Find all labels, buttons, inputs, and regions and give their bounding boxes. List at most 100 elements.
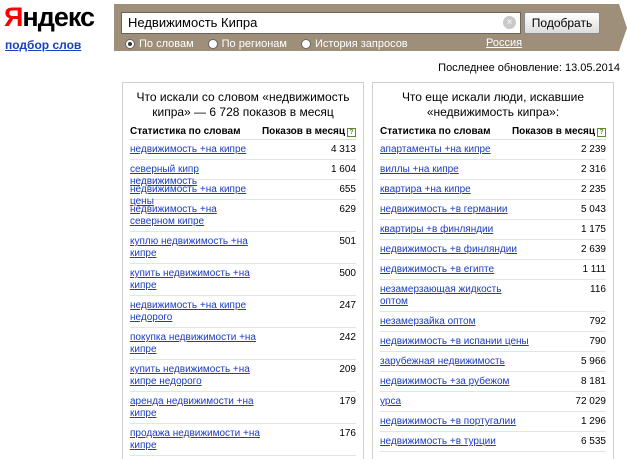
radio-dot-icon[interactable] — [301, 39, 311, 49]
table-row: купить недвижимость +на кипре недорого 20… — [130, 360, 356, 392]
submit-button[interactable]: Подобрать — [524, 12, 600, 34]
phrase-link[interactable]: недвижимость +в португалии — [380, 416, 516, 428]
phrase-link[interactable]: продажа недвижимости +на кипре — [130, 428, 260, 452]
right-panel: Что еще искали люди, искавшие «недвижимо… — [372, 82, 614, 459]
phrase-link[interactable]: незамерзайка оптом — [380, 316, 475, 328]
table-row: апартаменты +на кипре 2 239 — [380, 140, 606, 160]
clear-icon[interactable]: × — [503, 16, 516, 29]
table-row: покупка недвижимости +на кипре 242 — [130, 328, 356, 360]
radio-label: По регионам — [221, 38, 287, 50]
left-rows: недвижимость +на кипре 4 313 северный кипр… — [130, 140, 356, 456]
phrase-link[interactable]: урса — [380, 396, 401, 408]
impressions-count: 247 — [339, 300, 356, 311]
phrase-link[interactable]: недвижимость +в германии — [380, 204, 508, 216]
impressions-count: 790 — [589, 336, 606, 347]
phrase-link[interactable]: покупка недвижимости +на кипре — [130, 332, 260, 356]
impressions-count: 500 — [339, 268, 356, 279]
impressions-count: 72 029 — [575, 396, 606, 407]
impressions-count: 176 — [339, 428, 356, 439]
impressions-count: 179 — [339, 396, 356, 407]
phrase-link[interactable]: недвижимость +в турции — [380, 436, 496, 448]
impressions-count: 1 175 — [580, 224, 606, 235]
phrase-link[interactable]: зарубежная недвижимость — [380, 356, 505, 368]
table-row: недвижимость +в финляндии 2 639 — [380, 240, 606, 260]
radio-dot-icon[interactable] — [125, 39, 135, 49]
impressions-count: 209 — [339, 364, 356, 375]
phrase-link[interactable]: куплю недвижимость +на кипре — [130, 236, 260, 260]
phrase-column-label: Статистика по словам — [130, 126, 241, 137]
phrase-link[interactable]: незамерзающая жидкость оптом — [380, 284, 530, 308]
table-row: купить недвижимость +на кипре 500 — [130, 264, 356, 296]
table-row: недвижимость +на северном кипре 629 — [130, 200, 356, 232]
impressions-count: 2 639 — [580, 244, 606, 255]
table-row: недвижимость +в германии 5 043 — [380, 200, 606, 220]
impressions-count: 4 313 — [330, 144, 356, 155]
impressions-count: 6 535 — [580, 436, 606, 447]
yandex-logo[interactable]: Яндекс — [4, 2, 95, 32]
table-row: аренда недвижимости +на кипре 179 — [130, 392, 356, 424]
left-panel: Что искали со словом «недвижимость кипра… — [122, 82, 364, 459]
phrase-link[interactable]: апартаменты +на кипре — [380, 144, 491, 156]
count-column-label: Показов в месяц — [511, 126, 595, 137]
impressions-count: 2 235 — [580, 184, 606, 195]
impressions-count: 1 111 — [582, 264, 606, 275]
table-row: квартиры +в финляндии 1 175 — [380, 220, 606, 240]
logo-rest: ндекс — [22, 2, 95, 32]
impressions-count: 501 — [339, 236, 356, 247]
impressions-count: 8 181 — [580, 376, 606, 387]
phrase-link[interactable]: виллы +на кипре — [380, 164, 459, 176]
radio-option[interactable]: По регионам — [207, 38, 287, 50]
right-rows: апартаменты +на кипре 2 239 виллы +на кипр… — [380, 140, 606, 452]
impressions-count: 2 316 — [580, 164, 606, 175]
phrase-link[interactable]: квартира +на кипре — [380, 184, 471, 196]
table-row: недвижимость +в турции 6 535 — [380, 432, 606, 452]
impressions-count: 5 966 — [580, 356, 606, 367]
search-mode-radios: По словам По регионам История запросов — [125, 37, 422, 51]
table-row: недвижимость +в португалии 1 296 — [380, 412, 606, 432]
help-icon[interactable]: ? — [347, 128, 356, 137]
phrase-link[interactable]: недвижимость +в испании цены — [380, 336, 529, 348]
phrase-link[interactable]: недвижимость +за рубежом — [380, 376, 509, 388]
phrase-link[interactable]: недвижимость +на кипре недорого — [130, 300, 260, 324]
table-row: зарубежная недвижимость 5 966 — [380, 352, 606, 372]
phrase-link[interactable]: недвижимость +в финляндии — [380, 244, 517, 256]
radio-dot-icon[interactable] — [207, 39, 218, 49]
last-updated: Последнее обновление: 13.05.2014 — [438, 62, 620, 74]
radio-label: По словам — [139, 38, 194, 50]
impressions-count: 116 — [590, 284, 606, 295]
impressions-count: 629 — [339, 204, 356, 215]
radio-option[interactable]: По словам — [125, 38, 194, 50]
radio-option[interactable]: История запросов — [301, 38, 408, 50]
search-input[interactable]: Недвижимость Кипра — [121, 12, 521, 34]
wordstat-link[interactable]: подбор слов — [5, 38, 81, 52]
table-row: виллы +на кипре 2 316 — [380, 160, 606, 180]
table-row: северный кипр недвижимость 1 604 — [130, 160, 356, 187]
table-row: недвижимость +за рубежом 8 181 — [380, 372, 606, 392]
phrase-link[interactable]: купить недвижимость +на кипре — [130, 268, 260, 292]
impressions-count: 792 — [589, 316, 606, 327]
phrase-link[interactable]: купить недвижимость +на кипре недорого — [130, 364, 260, 388]
table-row: недвижимость +в испании цены 790 — [380, 332, 606, 352]
table-row: продажа недвижимости +на кипре 176 — [130, 424, 356, 456]
table-row: незамерзайка оптом 792 — [380, 312, 606, 332]
impressions-count: 1 296 — [580, 416, 606, 427]
impressions-count: 655 — [339, 184, 356, 195]
impressions-count: 2 239 — [580, 144, 606, 155]
phrase-link[interactable]: недвижимость +на кипре — [130, 144, 246, 156]
phrase-link[interactable]: квартиры +в финляндии — [380, 224, 493, 236]
phrase-column-label: Статистика по словам — [380, 126, 491, 137]
impressions-count: 1 604 — [330, 164, 356, 175]
table-row: куплю недвижимость +на кипре 501 — [130, 232, 356, 264]
phrase-link[interactable]: аренда недвижимости +на кипре — [130, 396, 260, 420]
region-link[interactable]: Россия — [486, 37, 522, 49]
right-panel-title: Что еще искали люди, искавшие «недвижимо… — [401, 90, 585, 119]
phrase-link[interactable]: недвижимость +на северном кипре — [130, 204, 260, 228]
impressions-count: 242 — [339, 332, 356, 343]
table-row: недвижимость +в египте 1 111 — [380, 260, 606, 280]
table-row: недвижимость +на кипре 4 313 — [130, 140, 356, 160]
help-icon[interactable]: ? — [597, 128, 606, 137]
count-column-label: Показов в месяц — [261, 126, 345, 137]
logo-first-letter: Я — [4, 2, 23, 32]
impressions-count: 5 043 — [580, 204, 606, 215]
phrase-link[interactable]: недвижимость +в египте — [380, 264, 494, 276]
